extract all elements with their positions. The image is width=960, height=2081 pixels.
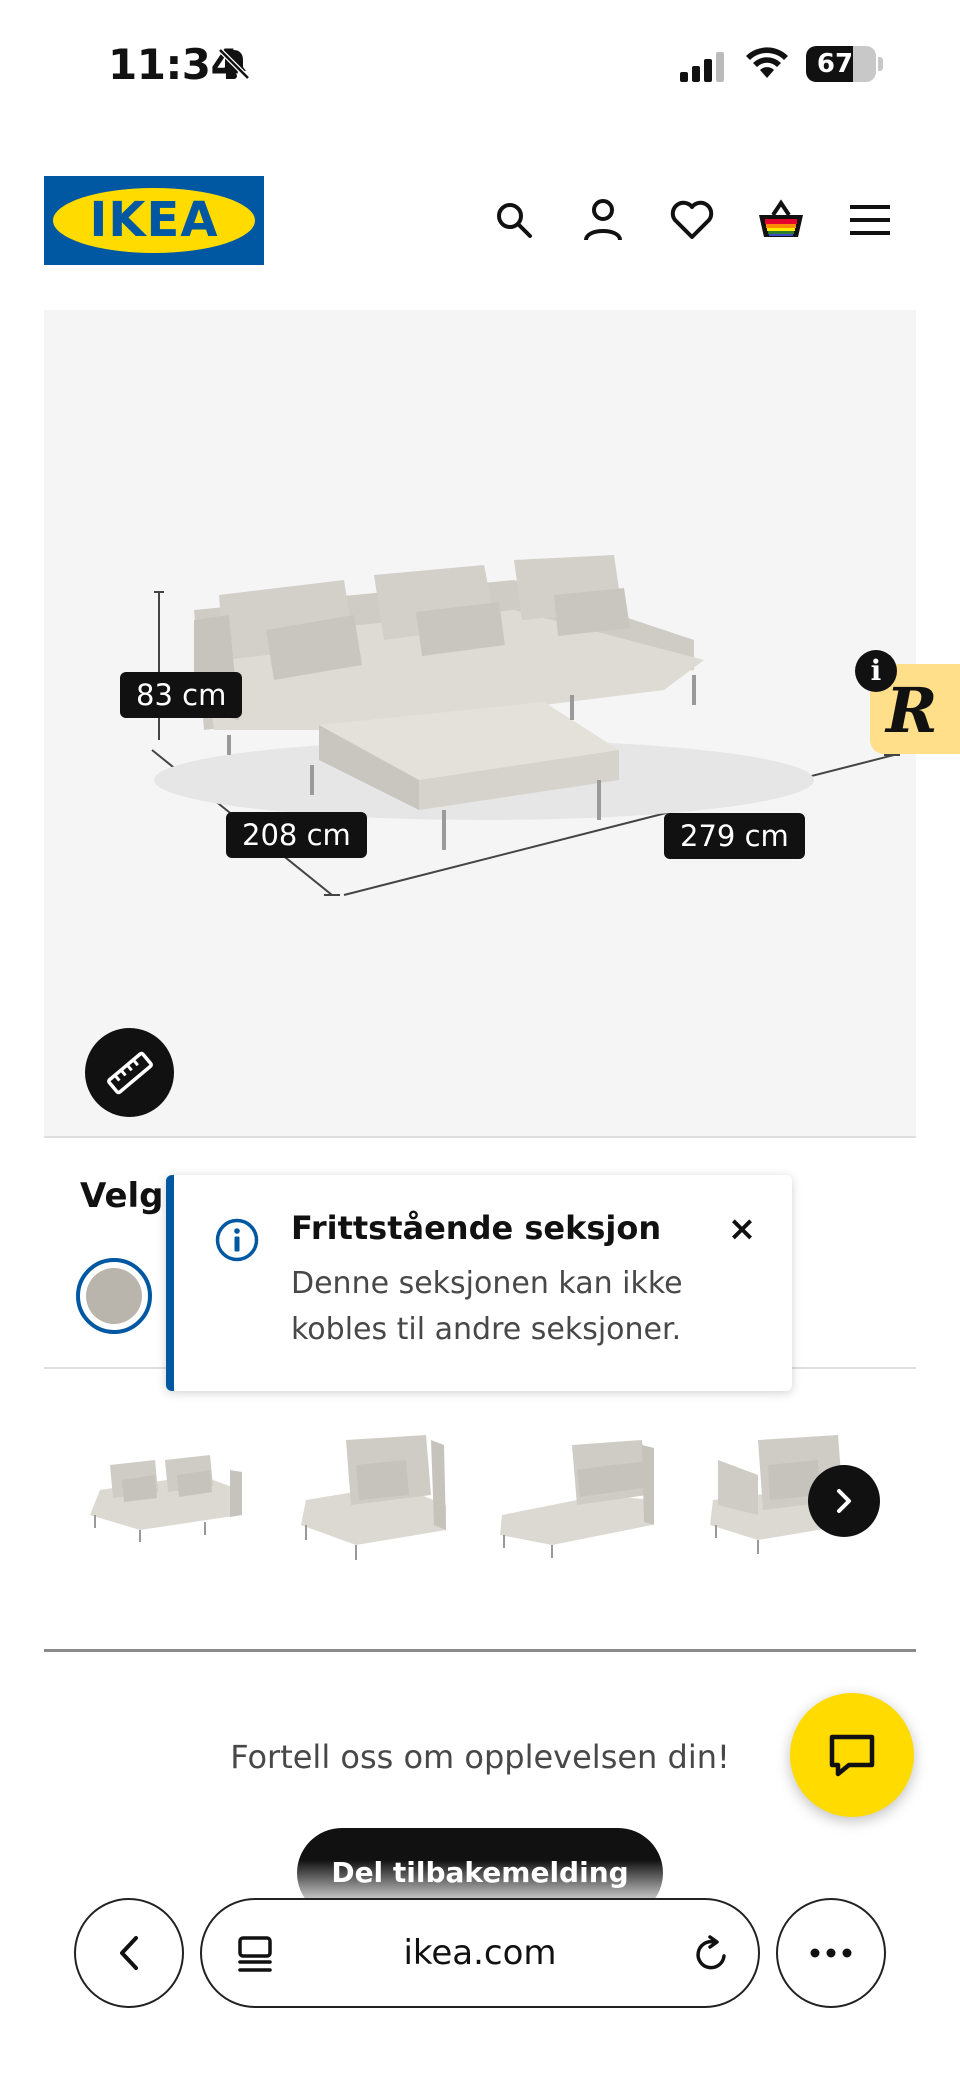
- menu-icon[interactable]: [846, 196, 894, 244]
- depth-dimension-label: 208 cm: [226, 812, 367, 858]
- product-image[interactable]: 83 cm 208 cm 279 cm: [44, 310, 916, 1136]
- chevron-left-icon: [120, 1936, 138, 1970]
- silent-bell-icon: [218, 48, 250, 80]
- close-icon[interactable]: ×: [724, 1211, 760, 1247]
- color-swatch[interactable]: [76, 1258, 152, 1334]
- options-heading: Velg: [80, 1176, 164, 1216]
- section-info-tooltip: Frittstående seksjon Denne seksjonen kan…: [166, 1175, 792, 1391]
- reload-icon[interactable]: [692, 1934, 732, 1974]
- battery-level: 67: [816, 49, 854, 79]
- heart-icon[interactable]: [668, 196, 716, 244]
- info-icon[interactable]: i: [855, 650, 897, 692]
- wifi-icon: [746, 47, 788, 78]
- battery-indicator: 67: [806, 46, 876, 82]
- address-bar[interactable]: ikea.com: [200, 1898, 760, 2008]
- ruler-icon: [106, 1051, 153, 1094]
- tooltip-body: Denne seksjonen kan ikke kobles til andr…: [291, 1266, 683, 1347]
- sofa-illustration: [151, 555, 900, 896]
- info-circle-icon: [215, 1218, 259, 1262]
- ikea-logo[interactable]: IKEA: [44, 176, 264, 265]
- cellular-signal-icon: [680, 52, 724, 82]
- reviews-logo-icon: R: [886, 674, 938, 747]
- thumbnail-two-seat-section[interactable]: [80, 1420, 260, 1570]
- thumbnail-chaise-longue-section[interactable]: [492, 1420, 672, 1570]
- logo-text: IKEA: [89, 192, 219, 248]
- status-bar: 11:34 67: [0, 0, 960, 130]
- account-icon[interactable]: [579, 196, 627, 244]
- more-options-button[interactable]: [776, 1898, 886, 2008]
- divider: [44, 1649, 916, 1652]
- thumbnail-one-seat-section[interactable]: [286, 1420, 466, 1570]
- back-button[interactable]: [74, 1898, 184, 2008]
- measure-ruler-button[interactable]: [85, 1028, 174, 1117]
- tooltip-title: Frittstående seksjon: [291, 1209, 662, 1247]
- height-dimension-label: 83 cm: [120, 672, 243, 718]
- chat-icon: [829, 1734, 875, 1777]
- url-text[interactable]: ikea.com: [202, 1900, 758, 2006]
- battery-tip: [878, 57, 883, 71]
- chat-button[interactable]: [790, 1693, 914, 1817]
- divider: [44, 1136, 916, 1138]
- thumbnails-next-button[interactable]: [808, 1465, 880, 1537]
- ellipsis-icon: [810, 1948, 852, 1958]
- swatch-color: [86, 1268, 142, 1324]
- basket-icon[interactable]: [757, 196, 805, 244]
- search-icon[interactable]: [490, 196, 538, 244]
- width-dimension-label: 279 cm: [664, 813, 805, 859]
- chevron-right-icon: [837, 1489, 851, 1513]
